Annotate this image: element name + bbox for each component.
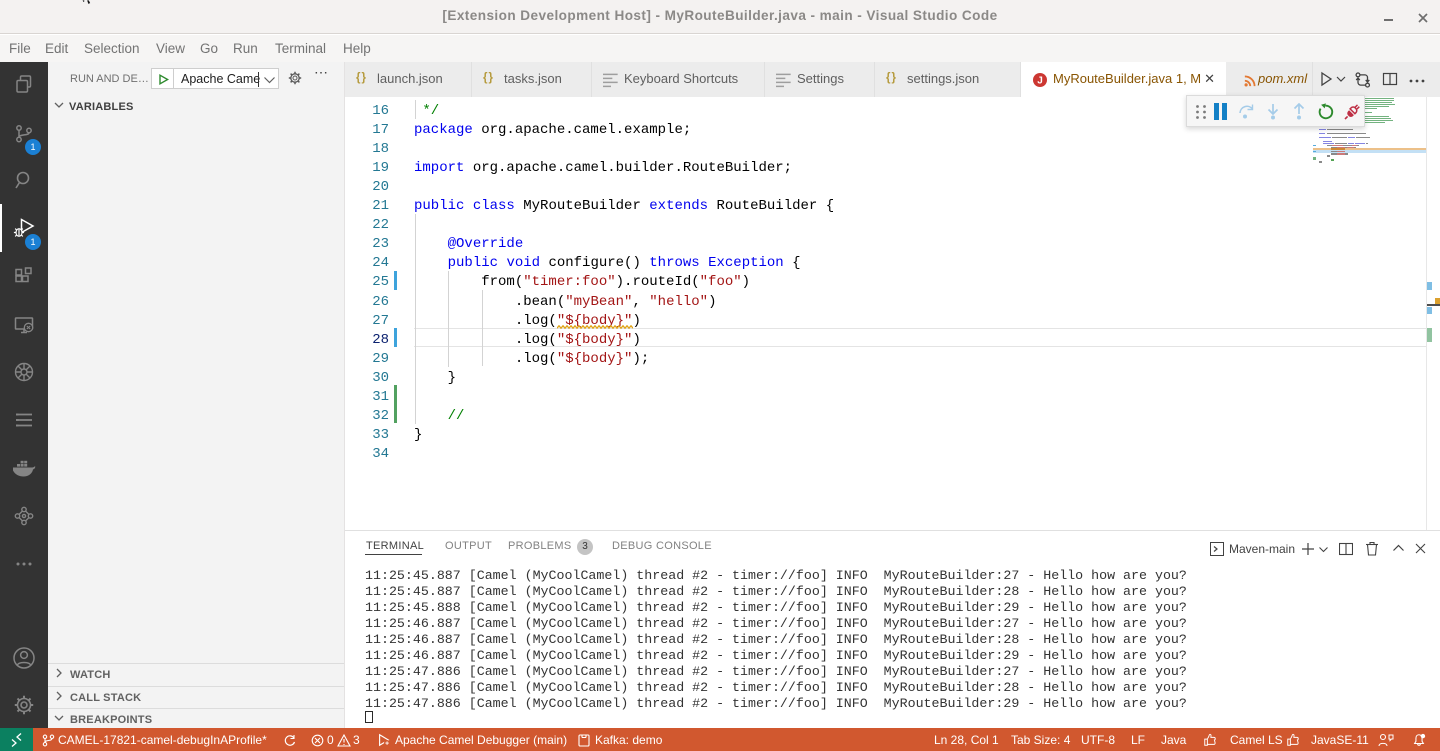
svg-text:J: J	[1037, 76, 1043, 87]
